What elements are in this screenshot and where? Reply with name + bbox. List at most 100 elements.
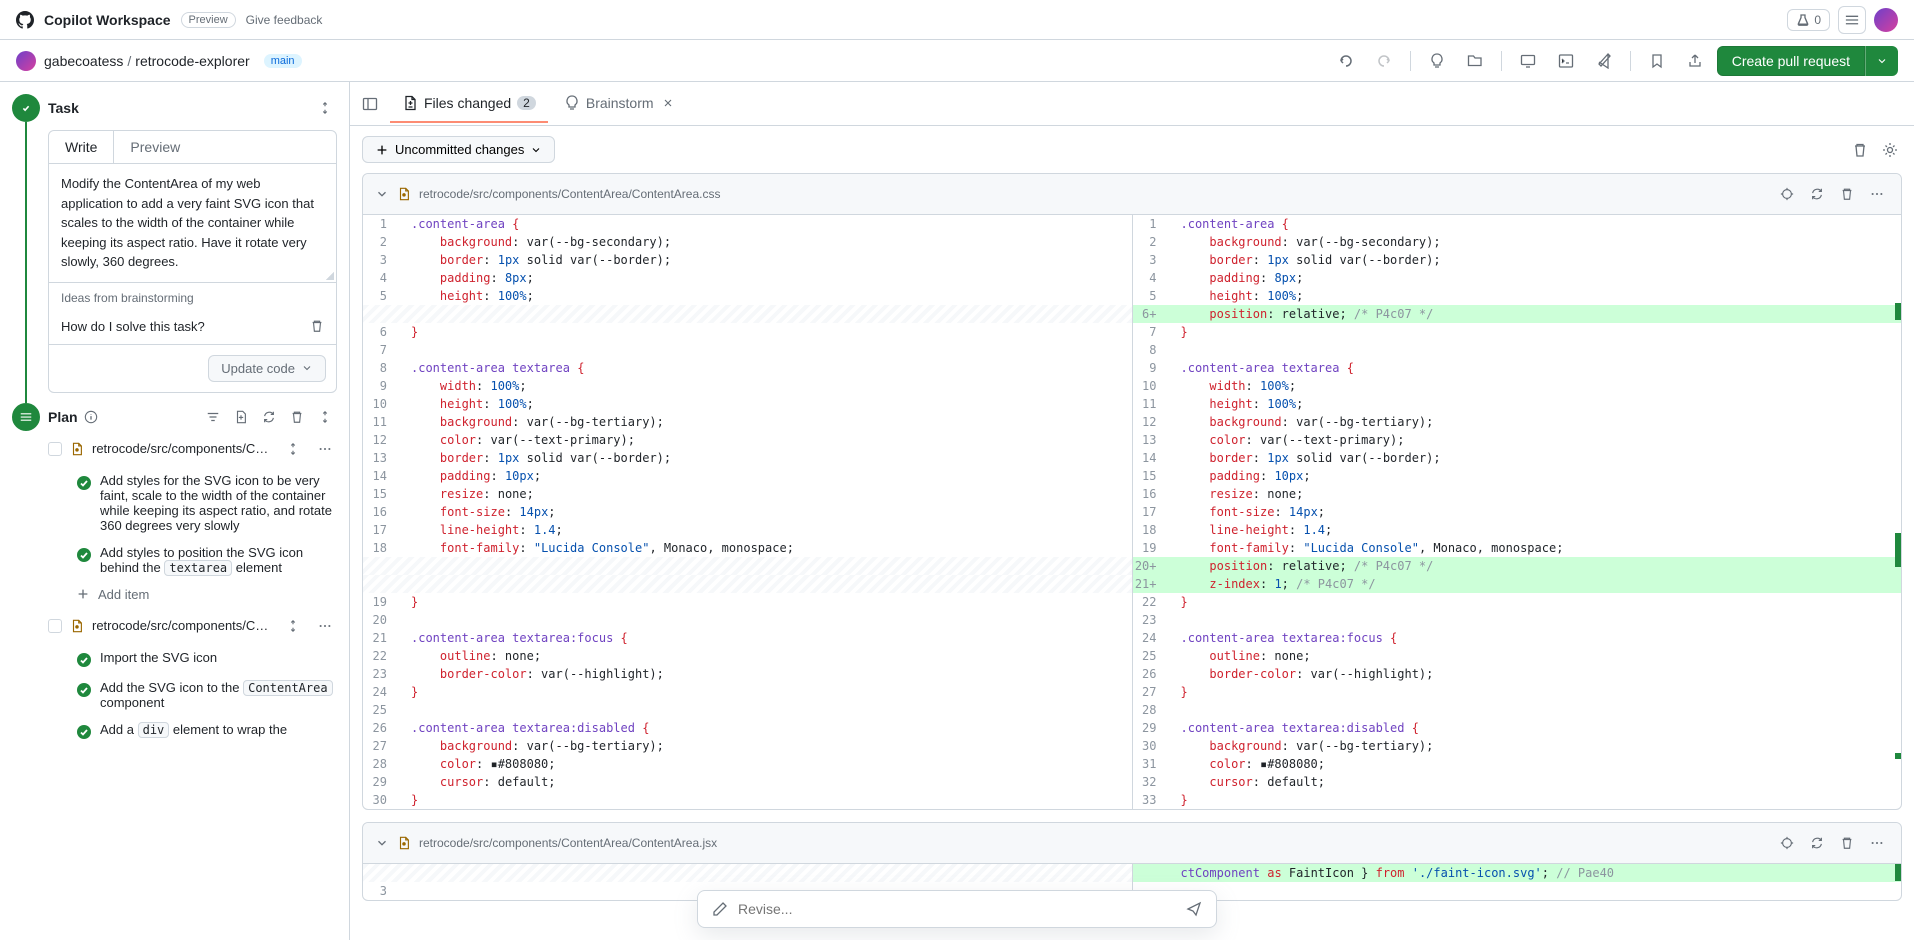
redo-button	[1368, 45, 1400, 77]
kebab-icon	[1870, 836, 1884, 850]
toggle-panel-button[interactable]	[362, 96, 378, 112]
right-tabs: Files changed 2 Brainstorm	[350, 82, 1914, 126]
update-code-button[interactable]: Update code	[208, 355, 326, 382]
check-circle-icon	[76, 547, 92, 563]
file-more-button[interactable]	[1865, 182, 1889, 206]
revise-input[interactable]	[738, 901, 1176, 917]
experiments-button[interactable]: 0	[1787, 9, 1830, 31]
menu-button[interactable]	[1838, 6, 1866, 34]
kebab-icon	[318, 619, 332, 633]
tab-files-changed[interactable]: Files changed 2	[390, 85, 548, 123]
diff-line: 24}	[363, 683, 1132, 701]
terminal-button[interactable]	[1550, 45, 1582, 77]
plan-item: Add a div element to wrap the	[76, 716, 337, 746]
diff-line	[363, 575, 1132, 593]
diff-line: 14 border: 1px solid var(--border);	[1133, 449, 1902, 467]
codespace-button[interactable]	[1512, 45, 1544, 77]
file-target-button[interactable]	[1775, 831, 1799, 855]
idea-delete-button[interactable]	[310, 319, 324, 333]
diff-settings-button[interactable]	[1878, 138, 1902, 162]
plan-file-checkbox[interactable]	[48, 619, 62, 633]
diff-line: 19 font-family: "Lucida Console", Monaco…	[1133, 539, 1902, 557]
target-icon	[1780, 836, 1794, 850]
product-title: Copilot Workspace	[44, 12, 171, 28]
plan-file-more[interactable]	[313, 437, 337, 461]
plan-expand-button[interactable]	[313, 405, 337, 429]
expand-icon	[286, 442, 300, 456]
plan-addfile-button[interactable]	[229, 405, 253, 429]
give-feedback-link[interactable]: Give feedback	[246, 13, 323, 27]
uncommitted-changes-dropdown[interactable]: Uncommitted changes	[362, 136, 555, 163]
create-pr-dropdown[interactable]	[1865, 46, 1898, 76]
bookmark-button[interactable]	[1641, 45, 1673, 77]
file-path[interactable]: retrocode/src/components/ContentArea/Con…	[419, 187, 1767, 201]
file-sync-button[interactable]	[1805, 831, 1829, 855]
diff-line: 27}	[1133, 683, 1902, 701]
undo-icon	[1338, 53, 1354, 69]
file-path[interactable]: retrocode/src/components/ContentArea/Con…	[419, 836, 1767, 850]
plan-sync-button[interactable]	[257, 405, 281, 429]
bulb-icon	[564, 95, 580, 111]
diff-line: 28 color: ▪#808080;	[363, 755, 1132, 773]
plan-file-row: retrocode/src/components/Content/	[48, 608, 337, 644]
collapse-file-button[interactable]	[375, 187, 389, 201]
task-textarea[interactable]: Modify the ContentArea of my web applica…	[49, 164, 336, 282]
plan-item: Import the SVG icon	[76, 644, 337, 674]
breadcrumb: gabecoatess/retrocode-explorer	[44, 53, 250, 69]
plan-item: Add styles to position the SVG icon behi…	[76, 539, 337, 581]
check-circle-icon	[76, 652, 92, 668]
diff-line: 15 resize: none;	[363, 485, 1132, 503]
file-icon	[70, 619, 84, 633]
repo-name-link[interactable]: retrocode-explorer	[135, 53, 249, 69]
beaker-icon	[1796, 13, 1810, 27]
folder-button[interactable]	[1459, 45, 1491, 77]
file-sync-button[interactable]	[1805, 182, 1829, 206]
diff-line: 23	[1133, 611, 1902, 629]
tab-brainstorm[interactable]: Brainstorm	[552, 85, 688, 123]
file-more-button[interactable]	[1865, 831, 1889, 855]
diff-line: 11 height: 100%;	[1133, 395, 1902, 413]
close-brainstorm-button[interactable]	[660, 95, 676, 111]
tab-write[interactable]: Write	[49, 131, 114, 163]
undo-button[interactable]	[1330, 45, 1362, 77]
file-target-button[interactable]	[1775, 182, 1799, 206]
file-icon	[397, 187, 411, 201]
plus-icon	[375, 143, 389, 157]
file-discard-button[interactable]	[1835, 831, 1859, 855]
plan-file-expand[interactable]	[281, 614, 305, 638]
diff-line: 29 cursor: default;	[363, 773, 1132, 791]
repo-owner-link[interactable]: gabecoatess	[44, 53, 123, 69]
diff-line: 14 padding: 10px;	[363, 467, 1132, 485]
diff-line: 6+ position: relative; /* P4c07 */	[1133, 305, 1902, 323]
plus-icon	[76, 587, 90, 601]
diff-line: 10 width: 100%;	[1133, 377, 1902, 395]
plan-file-path[interactable]: retrocode/src/components/Content/	[92, 618, 273, 633]
diff-line: 7	[363, 341, 1132, 359]
share-button[interactable]	[1679, 45, 1711, 77]
plan-file-path[interactable]: retrocode/src/components/Content/	[92, 441, 273, 456]
task-expand-button[interactable]	[313, 96, 337, 120]
diff-left-pane: 1.content-area {2 background: var(--bg-s…	[363, 215, 1133, 809]
bookmark-icon	[1649, 53, 1665, 69]
discard-all-button[interactable]	[1848, 138, 1872, 162]
file-discard-button[interactable]	[1835, 182, 1859, 206]
avatar[interactable]	[1874, 8, 1898, 32]
diff-line: 12 color: var(--text-primary);	[363, 431, 1132, 449]
plan-file-expand[interactable]	[281, 437, 305, 461]
vscode-button[interactable]	[1588, 45, 1620, 77]
plan-file-checkbox[interactable]	[48, 442, 62, 456]
collapse-file-button[interactable]	[375, 836, 389, 850]
plan-file-more[interactable]	[313, 614, 337, 638]
diff-line: 5 height: 100%;	[363, 287, 1132, 305]
tab-preview[interactable]: Preview	[114, 131, 196, 163]
idea-button[interactable]	[1421, 45, 1453, 77]
add-plan-item[interactable]: Add item	[48, 581, 337, 608]
plan-file-row: retrocode/src/components/Content/	[48, 431, 337, 467]
create-pr-button[interactable]: Create pull request	[1717, 46, 1865, 76]
diff-line: 9 width: 100%;	[363, 377, 1132, 395]
folder-icon	[1467, 53, 1483, 69]
plan-filter-button[interactable]	[201, 405, 225, 429]
revise-send-button[interactable]	[1186, 901, 1202, 917]
branch-badge[interactable]: main	[264, 54, 302, 68]
plan-delete-button[interactable]	[285, 405, 309, 429]
